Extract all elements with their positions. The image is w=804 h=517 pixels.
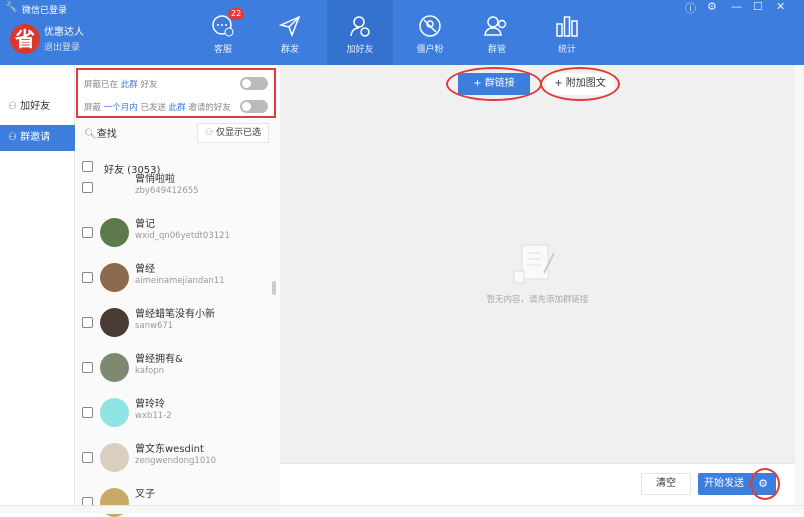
- search-icon: 🔍︎: [84, 129, 97, 140]
- clear-button[interactable]: 清空: [641, 473, 691, 495]
- filter-text: 此群: [120, 80, 138, 90]
- friend-id: zby649412655: [135, 186, 199, 196]
- maximize-icon[interactable]: ☐: [753, 0, 763, 13]
- filter-row-invited: 屏蔽 一个月内 已发送 此群 邀请的好友: [84, 101, 231, 113]
- tab-add-friend[interactable]: 加好友: [327, 0, 393, 65]
- bar-chart-icon: [556, 16, 578, 37]
- window-title: 微信已登录: [22, 6, 68, 16]
- tab-statistics[interactable]: 统计: [534, 0, 600, 65]
- sidebar: ⚇ 加好友 ⚇ 群邀请: [0, 65, 75, 514]
- minimize-icon[interactable]: —: [731, 0, 742, 13]
- show-selected-only-button[interactable]: ⚇ 仅显示已选: [197, 123, 269, 143]
- friend-id: kafopn: [135, 366, 164, 376]
- filter-text: 已发送: [140, 103, 166, 113]
- sidebar-item-label: 加好友: [20, 101, 51, 112]
- filter-text: 此群: [168, 103, 186, 113]
- empty-document-icon: [513, 244, 555, 284]
- scrollbar[interactable]: [272, 281, 276, 295]
- filter-text: 屏蔽已在: [84, 80, 119, 90]
- friend-name: 曾经: [135, 264, 155, 275]
- friend-checkbox[interactable]: [82, 182, 93, 193]
- empty-message: 暂无内容，请先添加群链接: [486, 295, 589, 305]
- avatar: 省: [10, 24, 40, 54]
- right-edge: [795, 65, 804, 514]
- friend-checkbox[interactable]: [82, 227, 93, 238]
- logout-link[interactable]: 退出登录: [44, 40, 80, 53]
- tab-zombie-fans[interactable]: 僵户粉: [397, 0, 463, 65]
- filter-invited-toggle[interactable]: [240, 100, 268, 113]
- settings-icon[interactable]: ⚙: [707, 0, 717, 13]
- bottom-bar: 清空 开始发送 ⚙: [280, 463, 795, 505]
- search-label: 查找: [96, 129, 117, 140]
- close-icon[interactable]: ✕: [776, 0, 785, 13]
- friend-checkbox[interactable]: [82, 407, 93, 418]
- friend-avatar: [100, 218, 129, 247]
- highlight-circle: [750, 468, 780, 500]
- filter-text: 屏蔽: [84, 103, 102, 113]
- tab-customer-service[interactable]: 22 客服: [190, 0, 256, 65]
- tab-label: 群发: [280, 45, 299, 55]
- select-all-checkbox[interactable]: [82, 161, 93, 172]
- sidebar-item-add-friend[interactable]: ⚇ 加好友: [0, 94, 75, 120]
- user-icon: ⚇: [205, 128, 214, 138]
- highlight-circle: [540, 67, 620, 101]
- friend-name: 曾经拥有&: [135, 354, 183, 365]
- filter-text: 邀请的好友: [188, 103, 231, 113]
- friend-id: sanw671: [135, 321, 174, 331]
- send-icon: [278, 15, 301, 38]
- sidebar-item-label: 群邀请: [20, 132, 51, 143]
- add-user-icon: [350, 16, 370, 37]
- friend-id: wxid_qn06yetdt03121: [135, 231, 230, 241]
- friend-list-panel: 屏蔽已在 此群 好友 屏蔽 一个月内 已发送 此群 邀请的好友 🔍︎查找 ⚇ 仅…: [76, 65, 280, 517]
- tab-mass-send[interactable]: 群发: [257, 0, 323, 65]
- filter-box: 屏蔽已在 此群 好友 屏蔽 一个月内 已发送 此群 邀请的好友: [76, 68, 276, 118]
- tab-label: 僵户粉: [416, 45, 444, 55]
- wrench-icon[interactable]: 🔧: [5, 2, 17, 13]
- filter-in-group-toggle[interactable]: [240, 77, 268, 90]
- friend-name: 曾记: [135, 219, 155, 230]
- friend-avatar: [100, 398, 129, 427]
- button-label: 开始发送: [704, 478, 744, 489]
- friend-checkbox[interactable]: [82, 362, 93, 373]
- filter-text: 一个月内: [103, 103, 138, 113]
- friend-checkbox[interactable]: [82, 317, 93, 328]
- friend-name: 曾文东wesdint: [135, 444, 204, 455]
- zombie-user-icon: [419, 15, 441, 37]
- friend-avatar: [100, 443, 129, 472]
- friend-avatar: [100, 353, 129, 382]
- help-icon[interactable]: ⓘ: [685, 0, 696, 16]
- group-icon: [484, 16, 507, 36]
- friend-avatar: [100, 263, 129, 292]
- unread-badge: 22: [228, 8, 245, 20]
- friend-id: zengwendong1010: [135, 456, 217, 466]
- status-bar: [0, 505, 804, 514]
- add-user-icon: ⚇: [8, 101, 17, 112]
- header: 🔧 微信已登录 省 优惠达人 退出登录 22 客服 群发 加好友 僵户粉 群管 …: [0, 0, 804, 65]
- friend-name: 曾玲玲: [135, 399, 165, 410]
- friend-name: 曾悄啦啦: [135, 174, 175, 185]
- tab-label: 客服: [213, 45, 232, 55]
- sidebar-item-group-invite[interactable]: ⚇ 群邀请: [0, 125, 75, 151]
- filter-row-in-group: 屏蔽已在 此群 好友: [84, 78, 157, 90]
- search-input[interactable]: 🔍︎查找: [84, 125, 117, 140]
- tab-label: 统计: [557, 45, 576, 55]
- user-name: 优惠达人: [44, 27, 84, 38]
- friend-checkbox[interactable]: [82, 272, 93, 283]
- tab-label: 群管: [487, 45, 506, 55]
- tab-group-manage[interactable]: 群管: [464, 0, 530, 65]
- friend-name: 曾经蜡笔没有小新: [135, 309, 215, 320]
- friend-id: wxb11-2: [135, 411, 172, 421]
- friend-id: aimeinamejiandan11: [135, 276, 225, 286]
- main-content: + 群链接 + 附加图文 暂无内容，请先添加群链接: [280, 65, 795, 463]
- friend-avatar: [100, 308, 129, 337]
- friend-name: 叉子: [135, 489, 155, 500]
- friend-checkbox[interactable]: [82, 452, 93, 463]
- button-label: 仅显示已选: [215, 128, 261, 138]
- tab-label: 加好友: [346, 45, 374, 55]
- user-icon: ⚇: [8, 132, 17, 143]
- highlight-circle: [446, 67, 542, 101]
- filter-text: 好友: [140, 80, 158, 90]
